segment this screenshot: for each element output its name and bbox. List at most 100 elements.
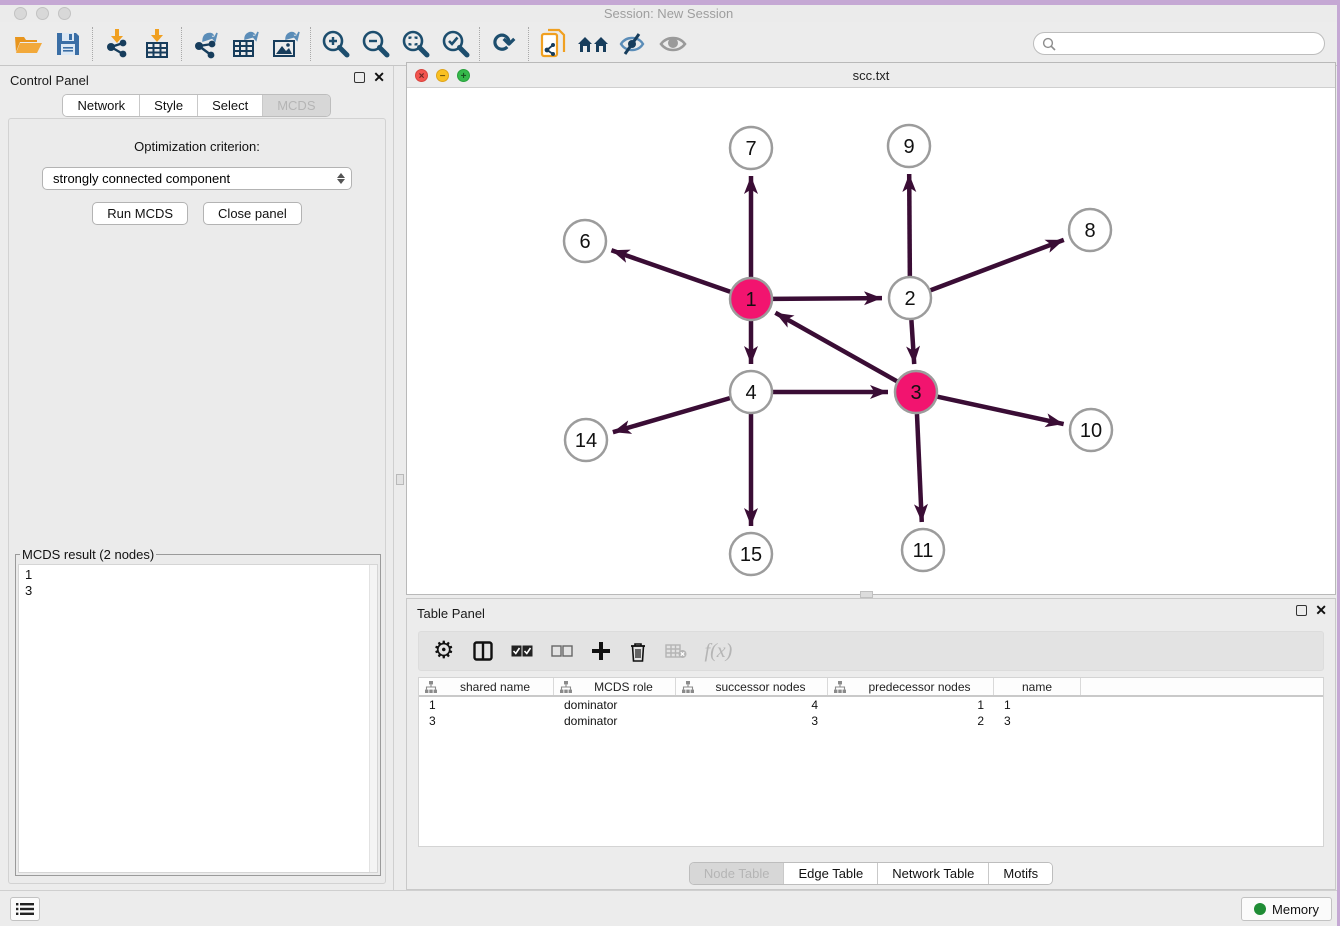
- export-network-button[interactable]: [186, 26, 226, 62]
- column-header-name[interactable]: name: [994, 678, 1081, 695]
- edge-2-9[interactable]: [909, 174, 910, 276]
- graph-node-8[interactable]: 8: [1069, 209, 1111, 251]
- graph-node-3[interactable]: 3: [895, 371, 937, 413]
- export-image-icon: [271, 29, 301, 59]
- close-panel-button[interactable]: Close panel: [203, 202, 302, 225]
- graph-node-11[interactable]: 11: [902, 529, 944, 571]
- graph-node-15[interactable]: 15: [730, 533, 772, 575]
- graph-node-9[interactable]: 9: [888, 125, 930, 167]
- close-window-button[interactable]: [14, 7, 27, 20]
- column-header-shared-name[interactable]: shared name: [419, 678, 554, 695]
- toolbar-separator: [310, 27, 311, 61]
- table-cell: 4: [676, 697, 828, 713]
- hide-selected-button[interactable]: [613, 26, 653, 62]
- tab-node-table[interactable]: Node Table: [690, 863, 785, 884]
- node-table[interactable]: shared name MCDS role successor nodesprede…: [418, 677, 1324, 847]
- add-column-icon[interactable]: [591, 641, 611, 661]
- delete-columns-icon[interactable]: [629, 641, 647, 662]
- run-mcds-button[interactable]: Run MCDS: [92, 202, 188, 225]
- table-panel: Table Panel ✕ ⚙: [406, 598, 1336, 890]
- network-frame-titlebar[interactable]: × − + scc.txt: [407, 63, 1335, 88]
- application-window: Session: New Session: [0, 5, 1337, 926]
- edge-3-1[interactable]: [775, 313, 896, 381]
- select-all-columns-icon[interactable]: [511, 645, 533, 657]
- save-session-button[interactable]: [48, 26, 88, 62]
- mcds-result-list[interactable]: 13: [18, 564, 378, 873]
- table-options-icon[interactable]: ⚙: [433, 639, 455, 663]
- frame-minimize-icon[interactable]: −: [436, 69, 449, 82]
- import-network-button[interactable]: [97, 26, 137, 62]
- graph-node-6[interactable]: 6: [564, 220, 606, 262]
- float-panel-icon[interactable]: [354, 72, 365, 83]
- graph-node-10[interactable]: 10: [1070, 409, 1112, 451]
- frame-close-icon[interactable]: ×: [415, 69, 428, 82]
- import-table-icon: [143, 29, 171, 59]
- table-row[interactable]: 3dominator323: [419, 713, 1323, 729]
- import-network-icon: [103, 29, 131, 59]
- edge-1-2[interactable]: [773, 298, 882, 299]
- maximize-window-button[interactable]: [58, 7, 71, 20]
- refresh-view-button[interactable]: ⟳: [484, 26, 524, 62]
- import-table-button[interactable]: [137, 26, 177, 62]
- graph-node-4[interactable]: 4: [730, 371, 772, 413]
- graph-node-7[interactable]: 7: [730, 127, 772, 169]
- tab-mcds[interactable]: MCDS: [263, 95, 329, 116]
- node-label: 4: [745, 382, 756, 404]
- delete-table-icon: [665, 643, 687, 659]
- node-label: 7: [745, 138, 756, 160]
- result-scrollbar[interactable]: [369, 565, 377, 872]
- close-table-panel-icon[interactable]: ✕: [1315, 605, 1327, 616]
- table-row[interactable]: 1dominator411: [419, 697, 1323, 713]
- network-graph[interactable]: 7 9 6 8 1 2 4 3 14 10 15 11: [407, 88, 1337, 594]
- frame-maximize-icon[interactable]: +: [457, 69, 470, 82]
- minimize-window-button[interactable]: [36, 7, 49, 20]
- graph-node-2[interactable]: 2: [889, 277, 931, 319]
- clone-network-button[interactable]: [533, 26, 573, 62]
- node-label: 3: [910, 382, 921, 404]
- graph-node-14[interactable]: 14: [565, 419, 607, 461]
- open-session-button[interactable]: [8, 26, 48, 62]
- tab-style[interactable]: Style: [140, 95, 198, 116]
- tab-motifs[interactable]: Motifs: [989, 863, 1052, 884]
- export-table-button[interactable]: [226, 26, 266, 62]
- panel-divider[interactable]: [393, 66, 406, 890]
- refresh-icon: ⟳: [493, 30, 516, 57]
- network-view-frame: × − + scc.txt 7 9 6 8 1 2 4 3 14 10 15 11: [406, 62, 1336, 595]
- eye-slash-icon: [617, 31, 649, 57]
- split-handle[interactable]: [860, 591, 873, 598]
- column-functions-icon[interactable]: [473, 641, 493, 661]
- task-history-button[interactable]: [10, 897, 40, 921]
- edge-1-6[interactable]: [611, 250, 730, 292]
- column-header-MCDS-role[interactable]: MCDS role: [554, 678, 676, 695]
- zoom-in-button[interactable]: [315, 26, 355, 62]
- mcds-panel: Optimization criterion: strongly connect…: [8, 118, 386, 884]
- divider-handle[interactable]: [396, 474, 404, 485]
- tab-select[interactable]: Select: [198, 95, 263, 116]
- edge-3-11[interactable]: [917, 414, 922, 522]
- zoom-out-button[interactable]: [355, 26, 395, 62]
- deselect-all-columns-icon[interactable]: [551, 645, 573, 657]
- column-header-predecessor-nodes[interactable]: predecessor nodes: [828, 678, 994, 695]
- close-panel-icon[interactable]: ✕: [373, 72, 385, 83]
- zoom-fit-button[interactable]: [395, 26, 435, 62]
- first-neighbors-button[interactable]: [573, 26, 613, 62]
- column-header-label: MCDS role: [578, 680, 669, 694]
- tab-network-table[interactable]: Network Table: [878, 863, 989, 884]
- graph-node-1[interactable]: 1: [730, 278, 772, 320]
- float-table-panel-icon[interactable]: [1296, 605, 1307, 616]
- export-image-button[interactable]: [266, 26, 306, 62]
- search-input[interactable]: [1033, 32, 1325, 55]
- network-canvas[interactable]: 7 9 6 8 1 2 4 3 14 10 15 11: [407, 88, 1335, 594]
- zoom-selected-button[interactable]: [435, 26, 475, 62]
- show-all-button[interactable]: [653, 26, 693, 62]
- edge-2-3[interactable]: [911, 320, 914, 364]
- column-header-successor-nodes[interactable]: successor nodes: [676, 678, 828, 695]
- tab-edge-table[interactable]: Edge Table: [784, 863, 878, 884]
- optimization-criterion-select[interactable]: strongly connected component: [42, 167, 352, 190]
- edge-4-14[interactable]: [613, 398, 730, 432]
- tab-network[interactable]: Network: [63, 95, 140, 116]
- memory-button[interactable]: Memory: [1241, 897, 1332, 921]
- hierarchy-icon: [560, 681, 572, 693]
- edge-3-10[interactable]: [937, 397, 1063, 424]
- edge-2-8[interactable]: [931, 240, 1064, 290]
